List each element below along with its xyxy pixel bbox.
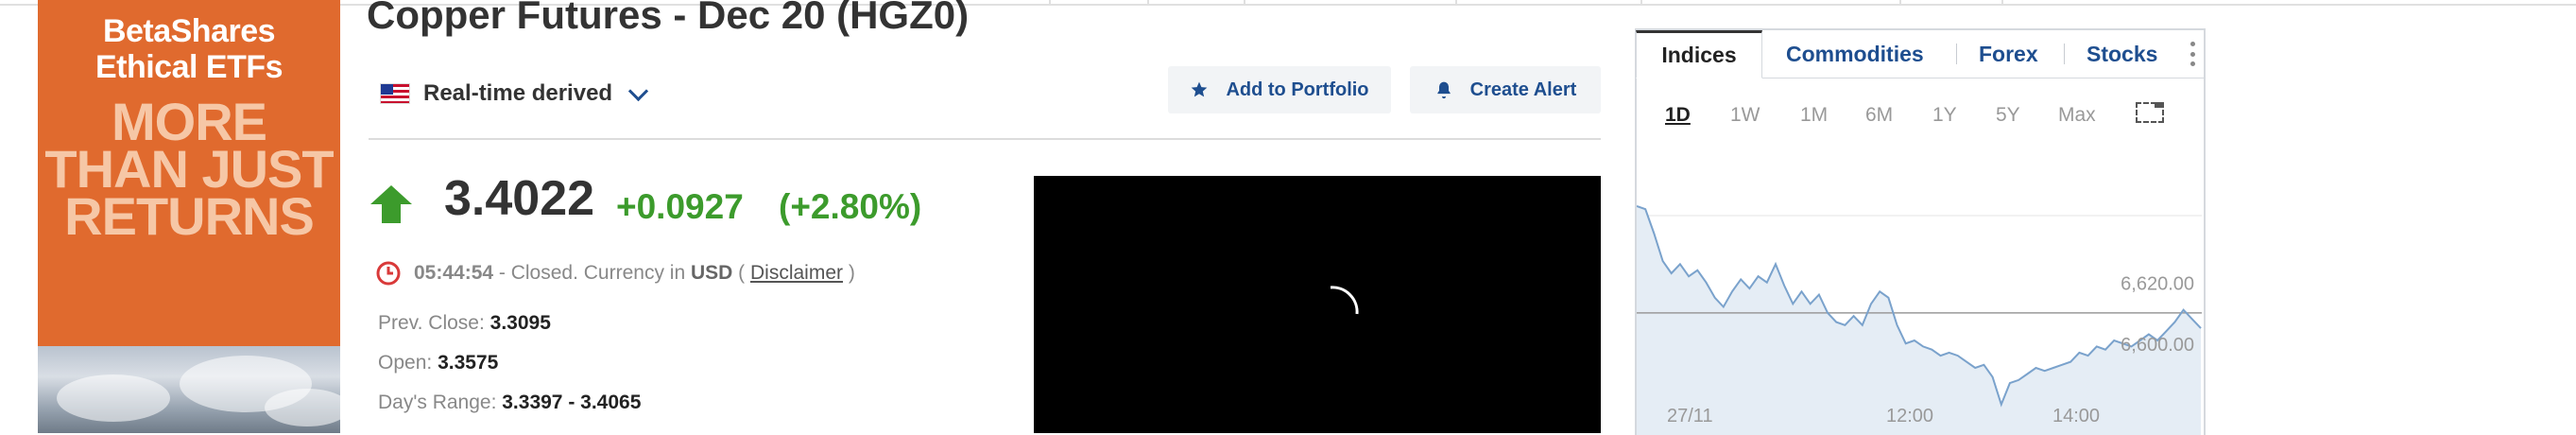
currency: USD	[690, 262, 733, 284]
chart-type-icon[interactable]	[2136, 102, 2164, 123]
ad-brand-subtitle: Ethical ETFs	[94, 49, 283, 85]
star-icon	[1192, 81, 1208, 97]
range-5y[interactable]: 5Y	[1996, 104, 2020, 127]
prev-close-value: 3.3095	[489, 312, 551, 334]
range-1y[interactable]: 1Y	[1932, 104, 1957, 127]
last-price: 3.4022	[444, 171, 595, 226]
divider	[369, 138, 1601, 140]
open-label: Open:	[378, 352, 433, 374]
advertisement-banner[interactable]: BetaShares Ethical ETFs MORE THAN JUST R…	[38, 0, 340, 433]
create-alert-button[interactable]: Create Alert	[1410, 66, 1601, 113]
quote-time: 05:44:54	[414, 262, 494, 284]
range-6m[interactable]: 6M	[1865, 104, 1893, 127]
prev-close-row: Prev. Close: 3.3095	[378, 312, 551, 335]
tab-stocks[interactable]: Stocks	[2087, 30, 2157, 78]
page-title: Copper Futures - Dec 20 (HGZ0)	[367, 0, 970, 37]
chart-area	[1637, 206, 2201, 435]
status-text: - Closed. Currency in	[493, 262, 691, 284]
market-status: 05:44:54 - Closed. Currency in USD ( Dis…	[376, 261, 855, 286]
open-row: Open: 3.3575	[378, 352, 498, 374]
range-1m[interactable]: 1M	[1800, 104, 1828, 127]
ad-brand-name: BetaShares	[102, 13, 276, 49]
clock-icon	[376, 261, 401, 286]
disclaimer-link[interactable]: Disclaimer	[750, 262, 843, 285]
range-1w[interactable]: 1W	[1730, 104, 1760, 127]
add-to-portfolio-button[interactable]: Add to Portfolio	[1168, 66, 1391, 113]
ad-sky-image	[38, 346, 340, 433]
loading-spinner-icon	[1330, 286, 1359, 315]
y-tick-label: 6,600.00	[2121, 335, 2194, 356]
video-player[interactable]	[1034, 176, 1601, 433]
tab-indices[interactable]: Indices	[1636, 30, 1762, 78]
days-range-value: 3.3397 - 3.4065	[502, 392, 642, 413]
widget-tabs: Indices Commodities Forex Stocks	[1636, 30, 2204, 78]
tab-separator	[1956, 44, 1957, 64]
more-options-icon[interactable]	[2189, 42, 2196, 66]
x-tick-label: 14:00	[2052, 406, 2100, 426]
realtime-selector[interactable]: Real-time derived	[380, 78, 649, 110]
realtime-label: Real-time derived	[423, 80, 613, 106]
us-flag-icon	[380, 83, 410, 104]
days-range-label: Day's Range:	[378, 392, 497, 413]
range-max[interactable]: Max	[2058, 104, 2096, 127]
markets-widget: Indices Commodities Forex Stocks 1D 1W 1…	[1635, 28, 2206, 435]
x-tick-label: 12:00	[1886, 406, 1933, 426]
paren-close: )	[843, 262, 855, 284]
tab-commodities[interactable]: Commodities	[1786, 30, 1924, 78]
mini-chart: 6,620.00 6,600.00 27/11 12:00 14:00	[1637, 205, 2202, 435]
range-1d[interactable]: 1D	[1665, 104, 1691, 127]
chevron-down-icon	[627, 80, 649, 101]
y-tick-label: 6,620.00	[2121, 274, 2194, 295]
days-range-row: Day's Range: 3.3397 - 3.4065	[378, 392, 641, 414]
price-change-percent: (+2.80%)	[779, 187, 922, 226]
x-tick-label: 27/11	[1667, 406, 1713, 426]
paren-open: (	[732, 262, 750, 284]
open-value: 3.3575	[438, 352, 499, 374]
tab-forex[interactable]: Forex	[1979, 30, 2038, 78]
prev-close-label: Prev. Close:	[378, 312, 485, 334]
price-change: +0.0927	[616, 187, 744, 226]
tab-separator	[2064, 44, 2065, 64]
add-to-portfolio-label: Add to Portfolio	[1226, 78, 1369, 100]
create-alert-label: Create Alert	[1469, 78, 1577, 100]
bell-icon	[1437, 81, 1451, 99]
arrow-up-icon	[370, 185, 412, 223]
ad-slogan-line-3: RETURNS	[64, 186, 315, 246]
